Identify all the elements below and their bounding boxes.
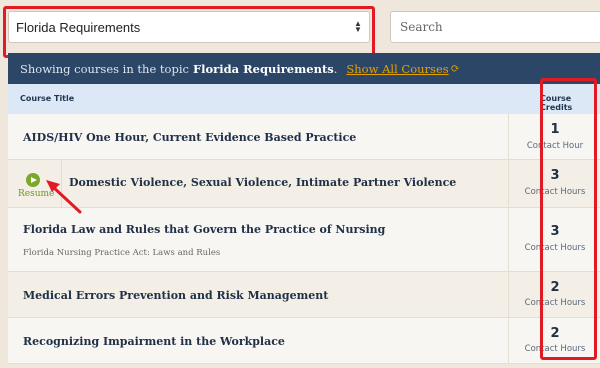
table-row[interactable]: AIDS/HIV One Hour, Current Evidence Base… xyxy=(8,114,600,160)
topic-banner: Showing courses in the topic Florida Req… xyxy=(8,53,600,84)
credits-unit: Contact Hours xyxy=(524,344,586,354)
credits-value: 3 xyxy=(550,224,560,239)
credits-unit: Contact Hours xyxy=(524,187,586,197)
credits-cell: 3 Contact Hours xyxy=(508,160,600,207)
column-header-title[interactable]: Course Title xyxy=(20,94,74,103)
play-icon xyxy=(26,173,40,187)
course-title-link[interactable]: Medical Errors Prevention and Risk Manag… xyxy=(23,289,328,302)
credits-value: 1 xyxy=(550,122,560,137)
credits-value: 3 xyxy=(550,168,560,183)
credits-unit: Contact Hours xyxy=(524,243,586,253)
chevron-updown-icon: ▲ ▼ xyxy=(354,19,362,34)
filter-bar: Florida Requirements ▲ ▼ xyxy=(0,0,600,53)
credits-unit: Contact Hours xyxy=(524,298,586,308)
credits-cell: 2 Contact Hours xyxy=(508,272,600,317)
course-title-link[interactable]: Florida Law and Rules that Govern the Pr… xyxy=(23,223,385,236)
credits-cell: 3 Contact Hours xyxy=(508,208,600,271)
column-header-credits[interactable]: Course Credits xyxy=(540,94,600,112)
credits-cell: 2 Contact Hours xyxy=(508,318,600,363)
table-row[interactable]: Florida Law and Rules that Govern the Pr… xyxy=(8,208,600,272)
course-title-link[interactable]: Domestic Violence, Sexual Violence, Inti… xyxy=(69,176,456,189)
refresh-icon[interactable]: ⟳ xyxy=(451,62,460,75)
table-row[interactable]: Resume Domestic Violence, Sexual Violenc… xyxy=(8,160,600,208)
banner-topic: Florida Requirements xyxy=(192,61,334,76)
credits-value: 2 xyxy=(550,326,560,341)
resume-button[interactable]: Resume xyxy=(8,160,62,207)
course-title-link[interactable]: Recognizing Impairment in the Workplace xyxy=(23,335,285,348)
show-all-courses-link[interactable]: Show All Courses xyxy=(346,62,448,76)
table-row[interactable]: Medical Errors Prevention and Risk Manag… xyxy=(8,272,600,318)
credits-cell: 1 Contact Hour xyxy=(508,114,600,159)
banner-period: . xyxy=(333,61,338,76)
table-header: Course Title Course Credits xyxy=(8,84,600,114)
resume-label: Resume xyxy=(18,189,55,199)
course-subtitle: Florida Nursing Practice Act: Laws and R… xyxy=(23,248,221,258)
search-input[interactable] xyxy=(390,11,600,43)
credits-unit: Contact Hour xyxy=(526,141,584,151)
course-title-link[interactable]: AIDS/HIV One Hour, Current Evidence Base… xyxy=(23,131,356,144)
banner-prefix: Showing courses in the topic xyxy=(20,61,189,76)
topic-select[interactable]: Florida Requirements ▲ ▼ xyxy=(8,11,370,43)
table-row[interactable]: Recognizing Impairment in the Workplace … xyxy=(8,318,600,364)
credits-value: 2 xyxy=(550,280,560,295)
topic-select-value: Florida Requirements xyxy=(16,19,141,35)
